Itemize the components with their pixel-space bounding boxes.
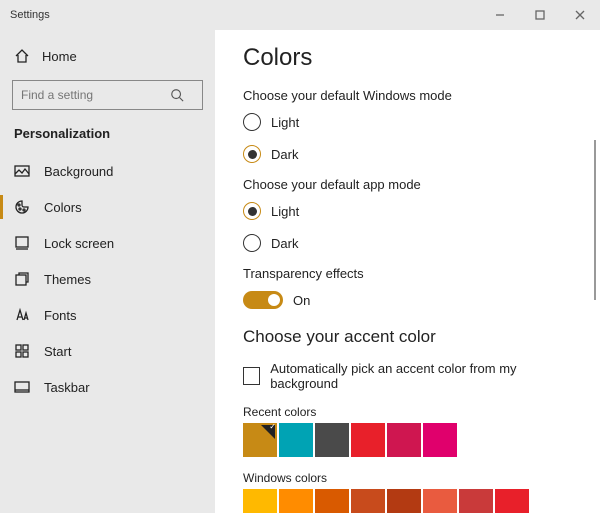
auto-accent-label: Automatically pick an accent color from … (270, 361, 572, 391)
accent-title: Choose your accent color (243, 327, 572, 347)
nav-label: Themes (44, 272, 91, 287)
color-swatch[interactable] (243, 489, 277, 513)
color-swatch[interactable] (279, 423, 313, 457)
home-icon (14, 48, 30, 64)
app-mode-label: Choose your default app mode (243, 177, 572, 192)
nav-label: Lock screen (44, 236, 114, 251)
radio-icon (243, 145, 261, 163)
radio-label: Dark (271, 236, 298, 251)
color-swatch[interactable] (495, 489, 529, 513)
nav-label: Colors (44, 200, 82, 215)
colors-icon (14, 199, 30, 215)
transparency-toggle-row: On (243, 291, 572, 309)
nav-label: Background (44, 164, 113, 179)
sidebar-item-lock-screen[interactable]: Lock screen (0, 225, 215, 261)
color-swatch[interactable] (387, 489, 421, 513)
recent-colors-label: Recent colors (243, 405, 572, 419)
maximize-button[interactable] (520, 0, 560, 30)
color-swatch[interactable] (387, 423, 421, 457)
background-icon (14, 163, 30, 179)
windows-colors (243, 489, 572, 513)
radio-icon (243, 113, 261, 131)
color-swatch[interactable] (423, 489, 457, 513)
sidebar-item-start[interactable]: Start (0, 333, 215, 369)
checkbox-icon (243, 367, 260, 385)
windows-mode-dark[interactable]: Dark (243, 145, 572, 163)
nav-label: Taskbar (44, 380, 90, 395)
sidebar: Home Personalization Background Colors L… (0, 30, 215, 513)
app-mode-dark[interactable]: Dark (243, 234, 572, 252)
close-button[interactable] (560, 0, 600, 30)
titlebar: Settings (0, 0, 600, 30)
color-swatch[interactable] (243, 423, 277, 457)
home-label: Home (42, 49, 77, 64)
transparency-toggle[interactable] (243, 291, 283, 309)
app-mode-light[interactable]: Light (243, 202, 572, 220)
radio-label: Light (271, 115, 299, 130)
color-swatch[interactable] (351, 489, 385, 513)
window-title: Settings (10, 9, 50, 21)
section-label: Personalization (0, 122, 215, 153)
nav-label: Fonts (44, 308, 77, 323)
radio-label: Light (271, 204, 299, 219)
search-icon (169, 87, 185, 103)
sidebar-item-fonts[interactable]: Fonts (0, 297, 215, 333)
color-swatch[interactable] (423, 423, 457, 457)
windows-colors-label: Windows colors (243, 471, 572, 485)
lock-screen-icon (14, 235, 30, 251)
radio-icon (243, 202, 261, 220)
page-title: Colors (243, 44, 572, 72)
nav: Background Colors Lock screen Themes Fon… (0, 153, 215, 405)
sidebar-item-background[interactable]: Background (0, 153, 215, 189)
transparency-label: Transparency effects (243, 266, 572, 281)
home-link[interactable]: Home (0, 42, 215, 70)
color-swatch[interactable] (315, 423, 349, 457)
fonts-icon (14, 307, 30, 323)
color-swatch[interactable] (459, 489, 493, 513)
minimize-button[interactable] (480, 0, 520, 30)
window-controls (480, 0, 600, 30)
recent-colors (243, 423, 572, 457)
main-content: Colors Choose your default Windows mode … (215, 30, 600, 513)
themes-icon (14, 271, 30, 287)
toggle-state: On (293, 293, 310, 308)
radio-label: Dark (271, 147, 298, 162)
sidebar-item-colors[interactable]: Colors (0, 189, 215, 225)
scrollbar[interactable] (594, 140, 596, 300)
taskbar-icon (14, 379, 30, 395)
color-swatch[interactable] (351, 423, 385, 457)
windows-mode-label: Choose your default Windows mode (243, 88, 572, 103)
nav-label: Start (44, 344, 71, 359)
color-swatch[interactable] (315, 489, 349, 513)
sidebar-item-taskbar[interactable]: Taskbar (0, 369, 215, 405)
sidebar-item-themes[interactable]: Themes (0, 261, 215, 297)
radio-icon (243, 234, 261, 252)
color-swatch[interactable] (279, 489, 313, 513)
windows-mode-light[interactable]: Light (243, 113, 572, 131)
start-icon (14, 343, 30, 359)
auto-accent-row[interactable]: Automatically pick an accent color from … (243, 361, 572, 391)
